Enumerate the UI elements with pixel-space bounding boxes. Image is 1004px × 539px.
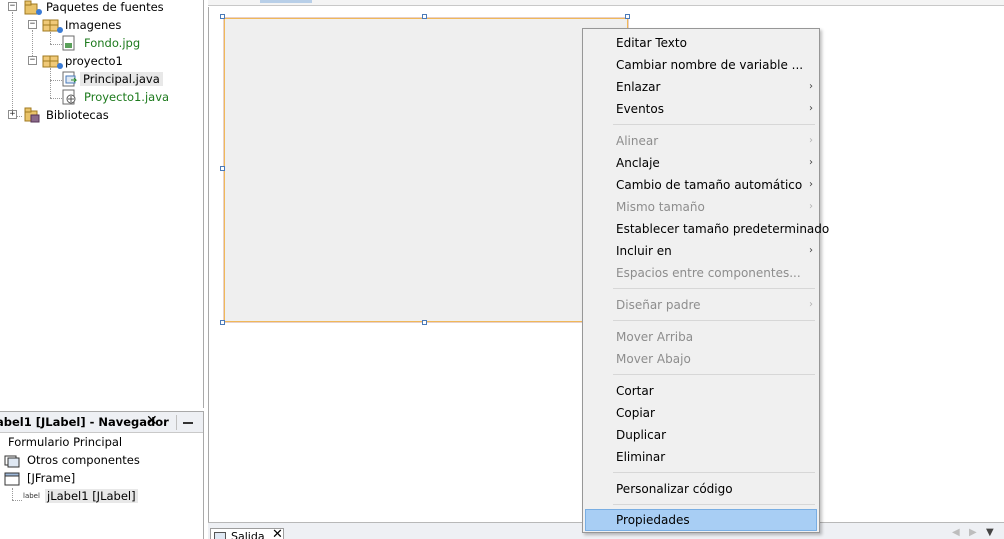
tree-connector xyxy=(12,488,13,500)
output-tab[interactable]: Salida ✕ xyxy=(210,527,284,539)
navigator-jlabel1[interactable]: jLabel1 [JLabel] xyxy=(45,487,138,505)
menu-item-eliminar[interactable]: Eliminar xyxy=(585,446,817,468)
tree-connector xyxy=(50,44,62,45)
navigator-form-root[interactable]: Formulario Principal xyxy=(8,433,122,451)
java-class-file-icon xyxy=(62,89,76,105)
close-icon[interactable]: ✕ xyxy=(146,413,158,429)
navigator-panel: abel1 [JLabel] - Navegador ✕ Formulario … xyxy=(0,411,204,539)
context-menu: Editar Texto Cambiar nombre de variable … xyxy=(582,28,829,533)
submenu-arrow-icon: › xyxy=(809,179,813,190)
menu-separator xyxy=(613,320,815,321)
navigator-header: abel1 [JLabel] - Navegador ✕ xyxy=(0,412,203,433)
editor-tab-indicator xyxy=(260,0,312,3)
projects-panel: − Paquetes de fuentes − Imagenes Fondo.j… xyxy=(0,0,204,408)
resize-handle-s[interactable] xyxy=(422,320,427,325)
resize-handle-n[interactable] xyxy=(422,14,427,19)
submenu-arrow-icon: › xyxy=(809,157,813,168)
submenu-arrow-icon: › xyxy=(809,245,813,256)
tree-connector xyxy=(12,12,13,116)
submenu-arrow-icon: › xyxy=(809,299,813,310)
menu-item-cambio-tamano-automatico[interactable]: Cambio de tamaño automático › xyxy=(585,174,817,196)
tree-item-bibliotecas[interactable]: Bibliotecas xyxy=(46,106,109,124)
submenu-arrow-icon: › xyxy=(809,81,813,92)
menu-item-espacios-entre-componentes: Espacios entre componentes... xyxy=(616,266,801,280)
resize-handle-w[interactable] xyxy=(220,166,225,171)
image-file-icon xyxy=(62,35,75,51)
resize-handle-sw[interactable] xyxy=(220,320,225,325)
resize-handle-ne[interactable] xyxy=(625,14,630,19)
menu-separator xyxy=(613,504,815,505)
navigator-item-label: jLabel1 [JLabel] xyxy=(45,489,138,503)
minimize-icon[interactable] xyxy=(183,422,193,424)
collapse-toggle[interactable]: − xyxy=(8,2,17,11)
submenu-arrow-icon: › xyxy=(809,201,813,212)
tree-item-proyecto1-java[interactable]: Proyecto1.java xyxy=(84,88,169,106)
scroll-left-icon[interactable]: ◀ xyxy=(952,527,960,538)
header-divider xyxy=(176,415,177,430)
menu-item-establecer-tamano-predeterminado[interactable]: Establecer tamaño predeterminado xyxy=(585,218,829,240)
menu-item-propiedades[interactable]: Propiedades xyxy=(585,509,817,531)
jframe-icon xyxy=(4,472,20,486)
other-components-icon xyxy=(4,455,20,468)
menu-item-editar-texto[interactable]: Editar Texto xyxy=(585,32,817,54)
resize-handle-nw[interactable] xyxy=(220,14,225,19)
tree-item-imagenes[interactable]: Imagenes xyxy=(65,16,121,34)
menu-separator xyxy=(613,124,815,125)
submenu-arrow-icon: › xyxy=(809,103,813,114)
scroll-right-icon[interactable]: ▶ xyxy=(969,527,977,538)
menu-item-duplicar[interactable]: Duplicar xyxy=(585,424,817,446)
package-icon xyxy=(42,55,63,69)
menu-item-mover-abajo: Mover Abajo xyxy=(616,352,691,366)
tree-item-proyecto1[interactable]: proyecto1 xyxy=(65,52,123,70)
tree-item-principal-java[interactable]: Principal.java xyxy=(80,70,163,88)
tree-item-source-packages[interactable]: Paquetes de fuentes xyxy=(46,0,164,16)
selected-jlabel-component[interactable] xyxy=(224,18,628,322)
package-icon xyxy=(42,19,63,33)
navigator-title: abel1 [JLabel] - Navegador xyxy=(0,415,169,429)
menu-item-disenar-padre: Diseñar padre › xyxy=(585,294,817,316)
menu-item-mover-arriba: Mover Arriba xyxy=(616,330,694,344)
tree-item-fondo-jpg[interactable]: Fondo.jpg xyxy=(84,34,140,52)
output-tab-label: Salida xyxy=(231,530,265,539)
java-form-file-icon xyxy=(62,71,78,87)
tree-connector xyxy=(50,68,51,98)
expand-toggle[interactable]: + xyxy=(8,110,17,119)
submenu-arrow-icon: › xyxy=(809,135,813,146)
menu-separator xyxy=(613,374,815,375)
menu-item-anclaje[interactable]: Anclaje › xyxy=(585,152,817,174)
menu-item-cortar[interactable]: Cortar xyxy=(585,380,817,402)
menu-item-personalizar-codigo[interactable]: Personalizar código xyxy=(585,478,817,500)
tree-item-label: Principal.java xyxy=(80,72,163,86)
menu-separator xyxy=(613,288,815,289)
menu-item-incluir-en[interactable]: Incluir en › xyxy=(585,240,817,262)
navigator-jframe[interactable]: [JFrame] xyxy=(27,469,75,487)
collapse-toggle[interactable]: − xyxy=(28,56,37,65)
menu-item-copiar[interactable]: Copiar xyxy=(585,402,817,424)
dropdown-arrow-icon[interactable]: ▼ xyxy=(986,527,994,538)
tree-connector xyxy=(50,80,62,81)
menu-item-eventos[interactable]: Eventos › xyxy=(585,98,817,120)
navigator-other-components[interactable]: Otros componentes xyxy=(27,451,140,469)
menu-item-alinear: Alinear › xyxy=(585,130,817,152)
collapse-toggle[interactable]: − xyxy=(28,20,37,29)
menu-separator xyxy=(613,472,815,473)
source-packages-icon xyxy=(24,0,42,15)
menu-item-cambiar-nombre-variable[interactable]: Cambiar nombre de variable ... xyxy=(585,54,817,76)
libraries-icon xyxy=(24,107,40,123)
menu-item-enlazar[interactable]: Enlazar › xyxy=(585,76,817,98)
tree-connector xyxy=(50,98,62,99)
output-window-icon xyxy=(214,532,226,539)
tree-connector xyxy=(12,500,22,501)
menu-item-mismo-tamano: Mismo tamaño › xyxy=(585,196,817,218)
close-icon[interactable]: ✕ xyxy=(272,527,283,539)
jlabel-icon: label xyxy=(23,492,40,500)
editor-toolbar-strip xyxy=(208,0,1004,6)
